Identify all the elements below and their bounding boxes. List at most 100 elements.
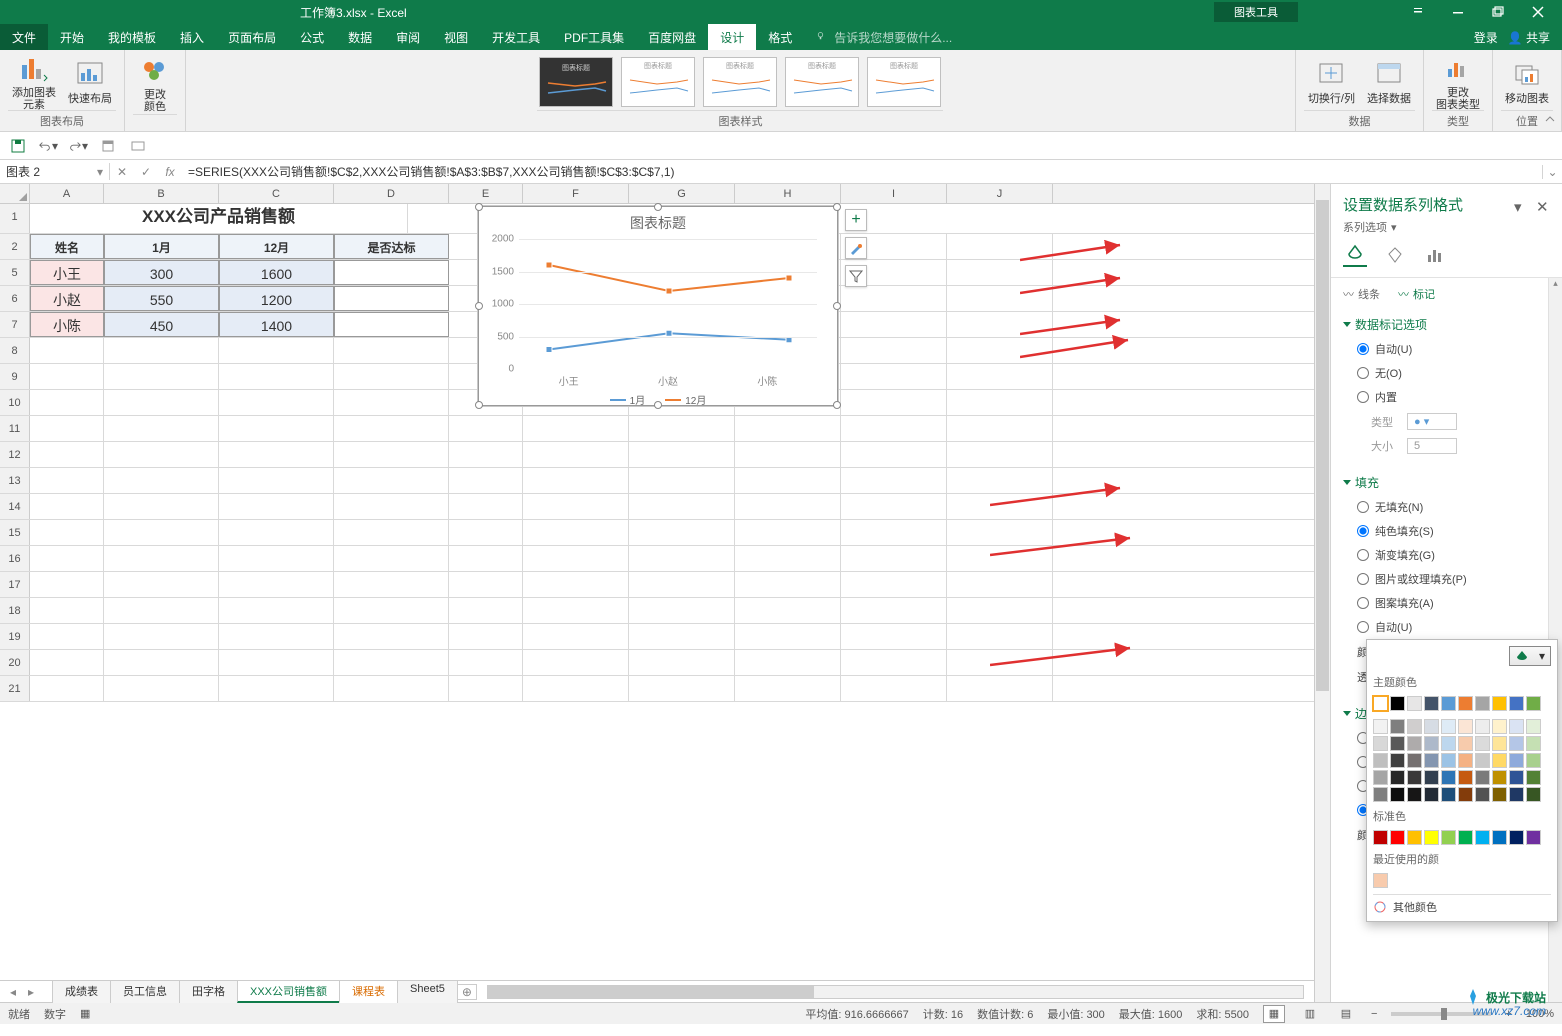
color-swatch[interactable] <box>1373 873 1388 888</box>
color-swatch[interactable] <box>1441 736 1456 751</box>
col-header[interactable]: E <box>449 184 523 203</box>
login-button[interactable]: 登录 <box>1474 29 1498 46</box>
fill-gradient[interactable]: 渐变填充(G) <box>1357 543 1550 567</box>
color-swatch[interactable] <box>1492 770 1507 785</box>
row-header[interactable]: 21 <box>0 676 30 701</box>
color-swatch[interactable] <box>1509 830 1524 845</box>
table-cell[interactable]: 550 <box>104 286 219 311</box>
color-swatch[interactable] <box>1458 719 1473 734</box>
tell-me-search[interactable]: 告诉我您想要做什么... <box>804 24 1473 50</box>
color-swatch[interactable] <box>1526 787 1541 802</box>
color-swatch[interactable] <box>1475 787 1490 802</box>
embedded-chart[interactable]: 图表标题 0500100015002000 小王小赵小陈 1月 12月 + <box>478 206 838 406</box>
col-header[interactable]: H <box>735 184 841 203</box>
color-swatch[interactable] <box>1458 830 1473 845</box>
color-swatch[interactable] <box>1424 736 1439 751</box>
color-swatch[interactable] <box>1373 719 1388 734</box>
color-swatch[interactable] <box>1526 753 1541 768</box>
series-options-dropdown[interactable]: 系列选项 ▾ <box>1331 219 1562 243</box>
cancel-formula-icon[interactable]: ✕ <box>110 165 134 179</box>
tab-format[interactable]: 格式 <box>756 24 804 50</box>
vertical-scrollbar[interactable] <box>1314 184 1330 1002</box>
expand-formula-bar-icon[interactable]: ⌄ <box>1542 165 1562 179</box>
row-header[interactable]: 6 <box>0 286 30 311</box>
select-data-button[interactable]: 选择数据 <box>1363 55 1415 109</box>
row-header[interactable]: 14 <box>0 494 30 519</box>
color-swatch[interactable] <box>1373 830 1388 845</box>
color-swatch[interactable] <box>1407 719 1422 734</box>
color-swatch[interactable] <box>1526 696 1541 711</box>
change-chart-type-button[interactable]: 更改 图表类型 <box>1432 49 1484 115</box>
redo-button[interactable]: ▾ <box>68 136 88 156</box>
chart-style-thumbnail[interactable]: 图表标题 <box>539 57 613 107</box>
tab-page-layout[interactable]: 页面布局 <box>216 24 288 50</box>
pane-options-icon[interactable]: ▾ <box>1514 198 1528 212</box>
effects-icon[interactable] <box>1383 243 1407 267</box>
series-options-icon[interactable] <box>1423 243 1447 267</box>
confirm-formula-icon[interactable]: ✓ <box>134 165 158 179</box>
color-swatch[interactable] <box>1424 753 1439 768</box>
color-swatch[interactable] <box>1390 696 1405 711</box>
color-picker-main-button[interactable]: ▾ <box>1509 646 1551 666</box>
color-swatch[interactable] <box>1373 753 1388 768</box>
color-swatch[interactable] <box>1441 719 1456 734</box>
color-swatch[interactable] <box>1390 736 1405 751</box>
color-picker-popup[interactable]: ▾ 主题颜色 标准色 最近使用的颜 其他颜色 <box>1366 639 1558 922</box>
tab-templates[interactable]: 我的模板 <box>96 24 168 50</box>
chart-filter-button[interactable] <box>845 265 867 287</box>
sheet-tab[interactable]: 成绩表 <box>52 980 111 1003</box>
color-swatch[interactable] <box>1475 770 1490 785</box>
table-cell[interactable]: 1200 <box>219 286 334 311</box>
section-fill[interactable]: 填充 <box>1343 474 1550 491</box>
view-normal-icon[interactable]: ▦ <box>1263 1005 1285 1023</box>
col-header[interactable]: G <box>629 184 735 203</box>
zoom-out-button[interactable]: − <box>1371 1008 1377 1020</box>
row-header[interactable]: 9 <box>0 364 30 389</box>
color-swatch[interactable] <box>1373 736 1388 751</box>
table-header[interactable]: 是否达标 <box>334 234 449 259</box>
color-swatch[interactable] <box>1373 770 1388 785</box>
tab-data[interactable]: 数据 <box>336 24 384 50</box>
color-swatch[interactable] <box>1407 787 1422 802</box>
chart-style-thumbnail[interactable]: 图表标题 <box>703 57 777 107</box>
tab-line[interactable]: 〰线条 <box>1343 286 1380 302</box>
row-header[interactable]: 19 <box>0 624 30 649</box>
move-chart-button[interactable]: 移动图表 <box>1501 55 1553 109</box>
tab-marker[interactable]: 〰标记 <box>1398 286 1435 302</box>
color-swatch[interactable] <box>1390 787 1405 802</box>
tab-view[interactable]: 视图 <box>432 24 480 50</box>
color-swatch[interactable] <box>1526 736 1541 751</box>
color-swatch[interactable] <box>1475 719 1490 734</box>
tab-formulas[interactable]: 公式 <box>288 24 336 50</box>
table-title[interactable]: XXX公司产品销售额 <box>30 204 408 233</box>
row-header[interactable]: 1 <box>0 204 30 233</box>
sheet-tab[interactable]: 田字格 <box>179 980 238 1003</box>
chart-style-thumbnail[interactable]: 图表标题 <box>621 57 695 107</box>
color-swatch[interactable] <box>1458 736 1473 751</box>
color-swatch[interactable] <box>1458 753 1473 768</box>
color-swatch[interactable] <box>1509 770 1524 785</box>
color-swatch[interactable] <box>1526 719 1541 734</box>
table-cell[interactable] <box>334 260 449 285</box>
new-sheet-button[interactable]: ⊕ <box>457 984 477 1000</box>
color-swatch[interactable] <box>1373 696 1388 711</box>
tab-review[interactable]: 审阅 <box>384 24 432 50</box>
color-swatch[interactable] <box>1407 753 1422 768</box>
chart-plot-area[interactable]: 0500100015002000 <box>519 239 817 369</box>
table-cell[interactable]: 小王 <box>30 260 104 285</box>
pane-close-icon[interactable]: ✕ <box>1536 198 1550 212</box>
fill-solid[interactable]: 纯色填充(S) <box>1357 519 1550 543</box>
close-button[interactable] <box>1518 0 1558 24</box>
color-swatch[interactable] <box>1373 787 1388 802</box>
table-cell[interactable]: 小陈 <box>30 312 104 337</box>
ribbon-options-icon[interactable] <box>1398 0 1438 24</box>
table-cell[interactable]: 450 <box>104 312 219 337</box>
color-swatch[interactable] <box>1424 696 1439 711</box>
row-header[interactable]: 7 <box>0 312 30 337</box>
chart-elements-button[interactable]: + <box>845 209 867 231</box>
color-swatch[interactable] <box>1441 787 1456 802</box>
color-swatch[interactable] <box>1492 719 1507 734</box>
sheet-tab[interactable]: 员工信息 <box>110 980 180 1003</box>
table-cell[interactable]: 1600 <box>219 260 334 285</box>
color-swatch[interactable] <box>1475 753 1490 768</box>
